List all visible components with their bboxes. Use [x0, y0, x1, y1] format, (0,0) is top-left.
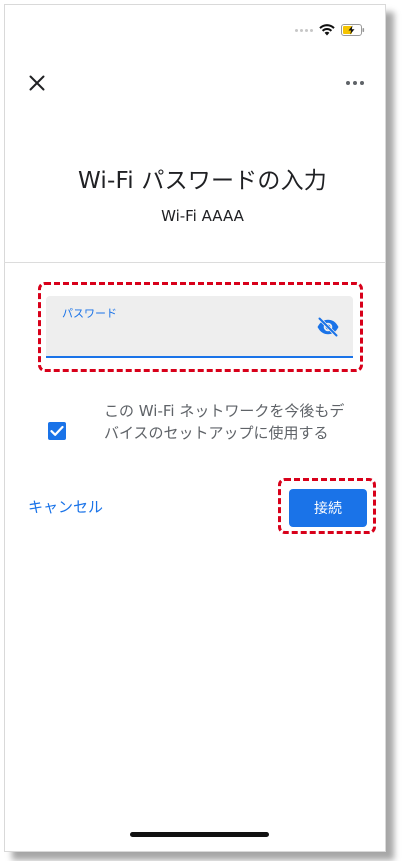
signal-dots-icon — [295, 28, 313, 32]
network-name: Wi-Fi AAAA — [161, 207, 244, 225]
highlight-password-field — [38, 282, 363, 372]
page-title: Wi-Fi パスワードの入力 — [78, 168, 327, 194]
battery-charging-icon — [341, 24, 365, 36]
wifi-icon — [319, 24, 335, 36]
close-icon — [29, 75, 45, 91]
highlight-connect-button — [278, 478, 376, 534]
status-bar — [295, 24, 365, 36]
close-button[interactable] — [23, 69, 51, 97]
checkmark-icon — [50, 425, 64, 436]
home-indicator[interactable] — [130, 832, 269, 837]
cancel-button[interactable]: キャンセル — [28, 496, 103, 517]
more-button[interactable] — [341, 69, 369, 97]
remember-network-label: この Wi-Fi ネットワークを今後もデバイスのセットアップに使用する — [104, 402, 345, 442]
divider — [4, 262, 386, 263]
remember-network-checkbox[interactable] — [48, 422, 66, 440]
more-horizontal-icon — [346, 81, 364, 85]
